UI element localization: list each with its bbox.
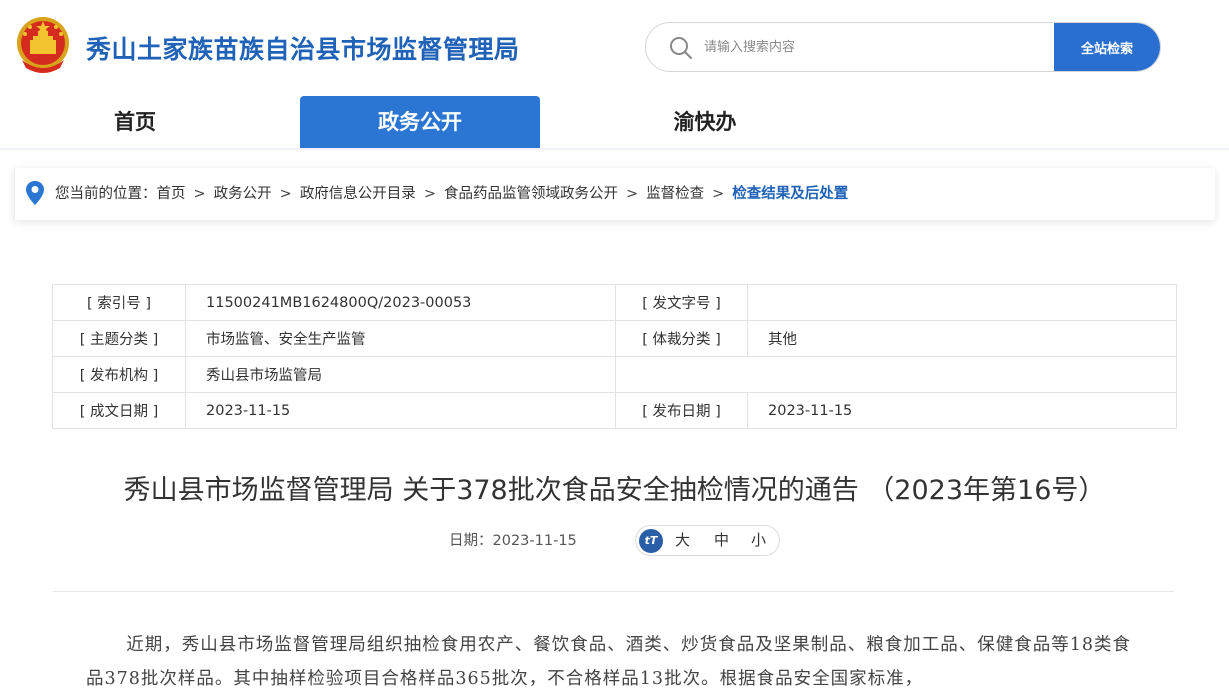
site-search-button[interactable]: 全站检索 (1054, 23, 1160, 71)
topic-label: [ 主题分类 ] (52, 320, 186, 357)
main-nav: 首页 政务公开 渝快办 (0, 96, 1229, 148)
article-title: 秀山县市场监督管理局 关于378批次食品安全抽检情况的通告 （2023年第16号… (123, 475, 1106, 506)
search-input[interactable] (704, 23, 1054, 71)
article-date: 日期：2023-11-15 (449, 530, 577, 552)
breadcrumb-prefix: 您当前的位置： (55, 186, 157, 202)
nav-item-government-affairs[interactable]: 政务公开 (300, 96, 540, 148)
table-row: [ 成文日期 ] 2023-11-15 [ 发布日期 ] 2023-11-15 (52, 392, 1177, 429)
breadcrumb-separator: > (423, 186, 436, 202)
site-header: 秀山土家族苗族自治县市场监督管理局 全站检索 (0, 0, 1229, 95)
table-row: [ 主题分类 ] 市场监管、安全生产监管 [ 体裁分类 ] 其他 (52, 320, 1177, 357)
font-size-icon: tT (639, 529, 663, 553)
font-size-medium-button[interactable]: 中 (714, 526, 729, 555)
site-title[interactable]: 秀山土家族苗族自治县市场监督管理局 (86, 30, 520, 66)
date-value: 2023-11-15 (492, 533, 577, 549)
genre-label: [ 体裁分类 ] (615, 320, 748, 357)
created-date-value: 2023-11-15 (185, 392, 616, 429)
index-value: 11500241MB1624800Q/2023-00053 (185, 284, 616, 321)
breadcrumb-link-home[interactable]: 首页 (157, 186, 186, 202)
nav-divider (0, 148, 1229, 150)
doc-number-value (747, 284, 1177, 321)
published-date-label: [ 发布日期 ] (615, 392, 748, 429)
date-label: 日期： (449, 533, 493, 549)
search-box: 全站检索 (645, 22, 1161, 72)
breadcrumb-link-government-affairs[interactable]: 政务公开 (214, 186, 272, 202)
empty-cell (615, 356, 1177, 393)
breadcrumb-current[interactable]: 检查结果及后处置 (732, 186, 848, 202)
table-row: [ 索引号 ] 11500241MB1624800Q/2023-00053 [ … (52, 284, 1177, 321)
genre-value: 其他 (747, 320, 1177, 357)
doc-number-label: [ 发文字号 ] (615, 284, 748, 321)
breadcrumb-link-info-catalog[interactable]: 政府信息公开目录 (300, 186, 416, 202)
topic-value: 市场监管、安全生产监管 (185, 320, 616, 357)
breadcrumb-link-food-drug[interactable]: 食品药品监管领域政务公开 (444, 186, 618, 202)
nav-item-yukuaiban[interactable]: 渝快办 (590, 96, 820, 148)
national-emblem-icon (17, 17, 69, 73)
breadcrumb-separator: > (279, 186, 292, 202)
font-size-switcher: tT 大 中 小 (635, 525, 780, 556)
breadcrumb-trail: 您当前的位置：首页 > 政务公开 > 政府信息公开目录 > 食品药品监管领域政务公开 > 监督检… (55, 168, 848, 220)
document-meta-table: [ 索引号 ] 11500241MB1624800Q/2023-00053 [ … (52, 284, 1177, 429)
breadcrumb-separator: > (193, 186, 206, 202)
breadcrumb-link-inspection[interactable]: 监督检查 (646, 186, 704, 202)
breadcrumb-separator: > (712, 186, 725, 202)
publisher-label: [ 发布机构 ] (52, 356, 186, 393)
font-size-large-button[interactable]: 大 (675, 526, 690, 555)
table-row: [ 发布机构 ] 秀山县市场监管局 (52, 356, 1177, 393)
index-label: [ 索引号 ] (52, 284, 186, 321)
article-divider (53, 591, 1174, 592)
font-size-small-button[interactable]: 小 (751, 526, 766, 555)
location-pin-icon (26, 181, 44, 205)
nav-item-home[interactable]: 首页 (20, 96, 250, 148)
created-date-label: [ 成文日期 ] (52, 392, 186, 429)
article-body: 近期，秀山县市场监督管理局组织抽检食用农产、餐饮食品、酒类、炒货食品及坚果制品、… (86, 635, 1132, 689)
published-date-value: 2023-11-15 (747, 392, 1177, 429)
breadcrumb: 您当前的位置：首页 > 政务公开 > 政府信息公开目录 > 食品药品监管领域政务公开 > 监督检… (14, 168, 1215, 220)
breadcrumb-separator: > (625, 186, 639, 202)
search-icon (670, 37, 692, 59)
publisher-value: 秀山县市场监管局 (185, 356, 616, 393)
